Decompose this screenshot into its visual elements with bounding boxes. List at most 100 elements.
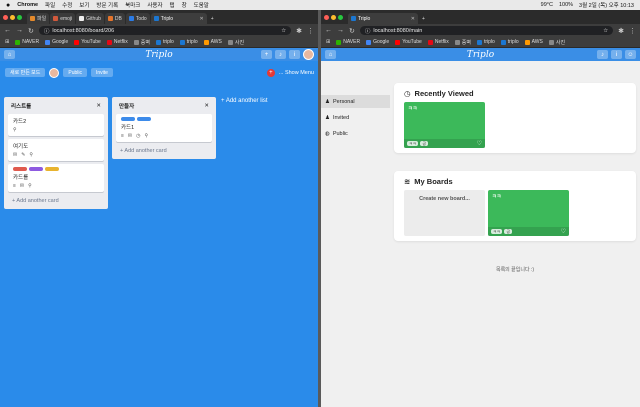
menu-item[interactable]: 북마크: [125, 1, 140, 9]
reload-icon[interactable]: ↻: [28, 27, 34, 35]
app-name[interactable]: Chrome: [17, 2, 38, 8]
address-bar[interactable]: ⓘ localhost:8080/main ☆: [359, 26, 614, 35]
menu-icon[interactable]: ⋮: [629, 27, 636, 35]
bookmark-item[interactable]: 사진: [227, 39, 244, 46]
apps-icon[interactable]: ⊞: [5, 39, 9, 45]
bookmark-item[interactable]: triplo: [179, 39, 198, 45]
close-list-icon[interactable]: ✕: [96, 103, 101, 109]
card[interactable]: 카드1 ≡ ✉ ◷ ⚲: [116, 114, 212, 142]
bookmark-item[interactable]: Netflix: [427, 39, 449, 45]
bookmark-item[interactable]: YouTube: [395, 39, 422, 45]
bookmark-item[interactable]: triplo: [500, 39, 519, 45]
back-icon[interactable]: ←: [4, 27, 11, 34]
menu-icon[interactable]: ⋮: [307, 27, 314, 35]
list-title[interactable]: 만들자: [119, 102, 134, 110]
info-button[interactable]: i: [289, 50, 300, 59]
close-window-icon[interactable]: [3, 14, 8, 20]
main-content: ◷ Recently Viewed ㅋㅋ ㅋㅋ 공 ♡ ≋ My Boards: [390, 61, 640, 407]
new-tab-button[interactable]: +: [419, 13, 429, 24]
add-card-button[interactable]: + Add another card: [7, 195, 105, 206]
show-menu-button[interactable]: ... Show Menu: [279, 70, 314, 76]
close-tab-icon[interactable]: ✕: [411, 16, 415, 22]
browser-tab-active[interactable]: Triplo ✕: [150, 13, 207, 24]
browser-tab[interactable]: DB: [104, 13, 125, 24]
new-tab-button[interactable]: +: [208, 13, 218, 24]
browser-tab[interactable]: 파일: [27, 13, 50, 24]
close-tab-icon[interactable]: ✕: [199, 16, 203, 22]
menu-item[interactable]: 도움말: [194, 1, 209, 9]
bookmark-item[interactable]: triplo: [155, 39, 174, 45]
clock[interactable]: 3월 2일 (목) 오후 10:13: [579, 1, 634, 9]
menu-item[interactable]: 사용자: [147, 1, 162, 9]
menu-item[interactable]: 창: [182, 1, 187, 9]
apps-icon[interactable]: ⊞: [326, 39, 330, 45]
bookmark-item[interactable]: AWS: [203, 39, 222, 45]
home-button[interactable]: ⌂: [4, 50, 15, 59]
create-board-tile[interactable]: Create new board...: [404, 190, 485, 236]
sidebar-item-personal[interactable]: ♟ Personal: [321, 95, 390, 108]
minimize-window-icon[interactable]: [10, 14, 15, 20]
favorite-heart-icon[interactable]: ♡: [477, 140, 482, 147]
browser-tab[interactable]: Todo: [125, 13, 150, 24]
menu-item[interactable]: 방문 기록: [96, 1, 118, 9]
forward-icon[interactable]: →: [16, 27, 23, 34]
close-window-icon[interactable]: [324, 14, 329, 20]
bookmark-item[interactable]: triplo: [476, 39, 495, 45]
add-card-button[interactable]: + Add another card: [115, 145, 213, 156]
bookmark-item[interactable]: 증벽: [133, 39, 150, 46]
bookmark-star-icon[interactable]: ☆: [281, 28, 286, 34]
forward-icon[interactable]: →: [337, 27, 344, 34]
browser-tab-active[interactable]: Triplo ✕: [348, 13, 418, 24]
invite-button[interactable]: Invite: [91, 68, 113, 77]
bookmark-item[interactable]: 증벽: [454, 39, 471, 46]
bookmark-item[interactable]: NAVER: [15, 39, 39, 45]
minimize-window-icon[interactable]: [331, 14, 336, 20]
menu-item[interactable]: 보기: [79, 1, 89, 9]
browser-tab[interactable]: emoji: [50, 13, 76, 24]
bookmark-item[interactable]: YouTube: [74, 39, 101, 45]
board-title[interactable]: 새로 만든 보드: [5, 68, 46, 77]
close-list-icon[interactable]: ✕: [204, 103, 209, 109]
bookmark-item[interactable]: AWS: [524, 39, 543, 45]
maximize-window-icon[interactable]: [17, 14, 22, 20]
card[interactable]: 카드2 ⚲: [8, 114, 104, 136]
add-badge-icon[interactable]: +: [266, 68, 275, 77]
board-tile[interactable]: ㅋㅋ ㅋㅋ 공 ♡: [404, 102, 485, 148]
notification-button[interactable]: ♪: [597, 50, 608, 59]
browser-tab[interactable]: Github: [76, 13, 104, 24]
user-button[interactable]: ☺: [625, 50, 636, 59]
bookmark-item[interactable]: Google: [45, 39, 68, 45]
address-bar[interactable]: ⓘ localhost:8080/board/206 ☆: [38, 26, 292, 35]
bookmark-item[interactable]: 사진: [548, 39, 565, 46]
add-button[interactable]: +: [261, 50, 272, 59]
bookmark-star-icon[interactable]: ☆: [603, 28, 608, 34]
bookmark-item[interactable]: NAVER: [336, 39, 360, 45]
extensions-icon[interactable]: ✱: [296, 27, 302, 35]
card[interactable]: 여기도 ✉ ✎ ⚲: [8, 139, 104, 161]
board-tile[interactable]: ㅋㅋ ㅋㅋ 공 ♡: [488, 190, 569, 236]
extensions-icon[interactable]: ✱: [618, 27, 624, 35]
maximize-window-icon[interactable]: [338, 14, 343, 20]
back-icon[interactable]: ←: [325, 27, 332, 34]
home-button[interactable]: ⌂: [325, 50, 336, 59]
member-avatar[interactable]: [49, 67, 60, 78]
bookmark-item[interactable]: Netflix: [106, 39, 128, 45]
user-avatar[interactable]: [303, 49, 314, 60]
menu-item[interactable]: 파일: [45, 1, 55, 9]
visibility-button[interactable]: Public: [63, 68, 88, 77]
app-logo[interactable]: Triplo: [321, 50, 640, 60]
bookmark-item[interactable]: Google: [366, 39, 389, 45]
menu-item[interactable]: 수정: [62, 1, 72, 9]
reload-icon[interactable]: ↻: [349, 27, 355, 35]
notification-button[interactable]: ♪: [275, 50, 286, 59]
list-title[interactable]: 리스트를: [11, 102, 31, 110]
menu-item[interactable]: 탭: [170, 1, 175, 9]
sidebar-item-public[interactable]: ◍ Public: [321, 127, 390, 140]
apple-icon[interactable]: ●: [6, 2, 10, 9]
card[interactable]: 카드를 ≡ ✉ ⚲: [8, 164, 104, 192]
info-button[interactable]: i: [611, 50, 622, 59]
app-navbar: ⌂ Triplo + ♪ i: [0, 48, 318, 61]
add-list-button[interactable]: + Add another list: [221, 98, 268, 104]
sidebar-item-invited[interactable]: ♟ Invited: [321, 111, 390, 124]
favorite-heart-icon[interactable]: ♡: [561, 228, 566, 235]
